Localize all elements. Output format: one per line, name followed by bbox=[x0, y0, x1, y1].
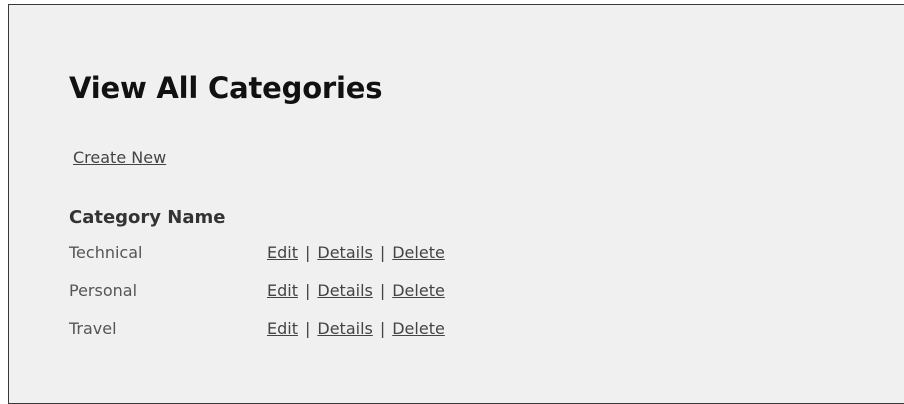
category-name: Technical bbox=[69, 242, 143, 262]
delete-link[interactable]: Delete bbox=[392, 243, 445, 262]
delete-link[interactable]: Delete bbox=[392, 319, 445, 338]
category-name: Personal bbox=[69, 280, 138, 300]
row-actions: Edit | Details | Delete bbox=[267, 271, 445, 309]
categories-table: Category Name Technical Edit | Details | Del… bbox=[69, 207, 445, 347]
category-name: Travel bbox=[69, 318, 117, 338]
separator: | bbox=[379, 242, 386, 262]
content-panel: View All Categories Create New Category … bbox=[8, 4, 904, 404]
edit-link[interactable]: Edit bbox=[267, 281, 298, 300]
table-row: Travel Edit | Details | Delete bbox=[69, 309, 445, 347]
details-link[interactable]: Details bbox=[317, 243, 372, 262]
separator: | bbox=[304, 242, 311, 262]
delete-link[interactable]: Delete bbox=[392, 281, 445, 300]
separator: | bbox=[379, 280, 386, 300]
details-link[interactable]: Details bbox=[317, 281, 372, 300]
table-header-row: Category Name bbox=[69, 207, 445, 233]
details-link[interactable]: Details bbox=[317, 319, 372, 338]
edit-link[interactable]: Edit bbox=[267, 319, 298, 338]
create-new-link[interactable]: Create New bbox=[73, 148, 166, 167]
row-actions: Edit | Details | Delete bbox=[267, 233, 445, 271]
page-title: View All Categories bbox=[69, 71, 383, 105]
separator: | bbox=[379, 318, 386, 338]
row-actions: Edit | Details | Delete bbox=[267, 309, 445, 347]
table-row: Technical Edit | Details | Delete bbox=[69, 233, 445, 271]
table-row: Personal Edit | Details | Delete bbox=[69, 271, 445, 309]
separator: | bbox=[304, 280, 311, 300]
separator: | bbox=[304, 318, 311, 338]
column-header-category-name: Category Name bbox=[69, 207, 226, 228]
edit-link[interactable]: Edit bbox=[267, 243, 298, 262]
